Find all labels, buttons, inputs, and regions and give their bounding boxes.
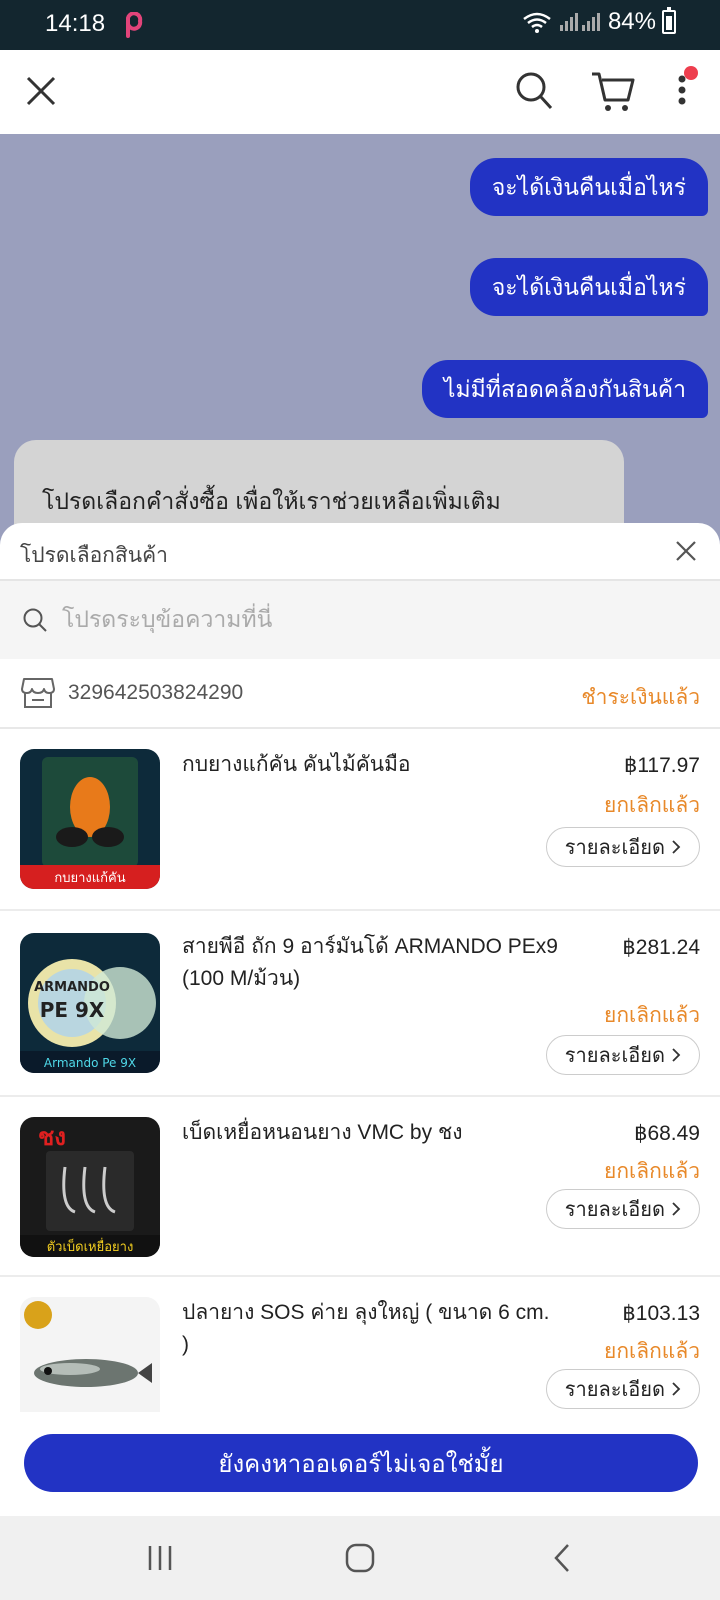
- svg-text:ชง: ชง: [38, 1123, 66, 1151]
- system-nav-bar: [0, 1516, 720, 1600]
- svg-text:ARMANDO: ARMANDO: [34, 980, 110, 995]
- product-status: ยกเลิกแล้ว: [604, 794, 700, 817]
- close-button[interactable]: [22, 72, 60, 110]
- cta-area: ยังคงหาออเดอร์ไม่เจอใช่มั้ย: [0, 1412, 720, 1516]
- app-notification-icon: [126, 12, 143, 38]
- detail-button[interactable]: รายละเอียด: [545, 1369, 700, 1409]
- signal-icon: [559, 13, 600, 31]
- product-price: ฿103.13: [622, 1302, 700, 1325]
- sheet-close-button[interactable]: [674, 539, 698, 568]
- search-bar: [0, 581, 720, 659]
- chevron-right-icon: [672, 840, 681, 854]
- detail-button-label: รายละเอียด: [564, 1379, 665, 1401]
- sheet-header: โปรดเลือกสินค้า: [0, 523, 720, 581]
- cannot-find-order-button[interactable]: ยังคงหาออเดอร์ไม่เจอใช่มั้ย: [24, 1434, 698, 1492]
- back-button[interactable]: [540, 1538, 584, 1578]
- more-button[interactable]: [672, 66, 698, 110]
- store-icon: [21, 678, 55, 708]
- app-bar: [0, 50, 720, 134]
- notification-dot: [684, 66, 698, 80]
- bot-message-text: โปรดเลือกคำสั่งซื้อ เพื่อให้เราช่วยเหลือ…: [42, 488, 501, 514]
- list-item[interactable]: กบยางแก้คัน กบยางแก้คัน คันไม้คันมือ ฿11…: [0, 729, 720, 911]
- product-price: ฿117.97: [623, 754, 700, 777]
- cart-icon: [592, 72, 635, 111]
- chat-area[interactable]: จะได้เงินคืนเมื่อไหร่ จะได้เงินคืนเมื่อไ…: [0, 134, 720, 554]
- home-button[interactable]: [338, 1538, 382, 1578]
- product-image: ชง ตัวเบ็ดเหยื่อยาง: [20, 1117, 160, 1257]
- list-item[interactable]: ARMANDO PE 9X Armando Pe 9X สายพีอี ถัก …: [0, 911, 720, 1097]
- chevron-right-icon: [672, 1048, 681, 1062]
- recent-apps-icon: [148, 1546, 172, 1570]
- chat-message: ไม่มีที่สอดคล้องกันสินค้า: [421, 360, 708, 418]
- product-price: ฿68.49: [634, 1122, 700, 1145]
- status-indicators: 84%: [522, 7, 676, 36]
- recent-apps-button[interactable]: [138, 1538, 182, 1578]
- search-icon: [516, 72, 553, 110]
- chevron-right-icon: [672, 1202, 681, 1216]
- order-id: 329642503824290: [68, 681, 244, 704]
- detail-button[interactable]: รายละเอียด: [545, 1035, 700, 1075]
- product-image: ARMANDO PE 9X Armando Pe 9X: [20, 933, 160, 1073]
- list-item[interactable]: ปลายาง SOS ค่าย ลุงใหญ่ ( ขนาด 6 cm. ) ฿…: [0, 1277, 720, 1412]
- home-icon: [345, 1543, 375, 1573]
- search-button[interactable]: [514, 70, 554, 112]
- detail-button-label: รายละเอียด: [564, 837, 665, 859]
- product-thumbnail: [20, 1297, 160, 1412]
- detail-button-label: รายละเอียด: [564, 1045, 665, 1067]
- select-product-sheet: โปรดเลือกสินค้า 329642503824290 ชำระเงิน…: [0, 523, 720, 1523]
- status-time: 14:18: [45, 10, 106, 37]
- svg-text:Armando Pe 9X: Armando Pe 9X: [44, 1056, 136, 1070]
- sheet-title: โปรดเลือกสินค้า: [20, 544, 168, 567]
- product-status: ยกเลิกแล้ว: [604, 1004, 700, 1027]
- battery-percent: 84%: [607, 8, 656, 35]
- list-item[interactable]: ชง ตัวเบ็ดเหยื่อยาง เบ็ดเหยื่อหนอนยาง VM…: [0, 1097, 720, 1277]
- wifi-icon: [523, 12, 551, 33]
- cart-button[interactable]: [590, 68, 636, 114]
- product-price: ฿281.24: [622, 936, 700, 959]
- status-bar: 14:18 84%: [0, 0, 720, 50]
- svg-text:กบยางแก้คัน: กบยางแก้คัน: [54, 871, 125, 886]
- product-name: เบ็ดเหยื่อหนอนยาง VMC by ชง: [182, 1121, 463, 1144]
- product-thumbnail: กบยางแก้คัน: [20, 749, 160, 889]
- order-status: ชำระเงินแล้ว: [581, 686, 700, 709]
- svg-text:PE 9X: PE 9X: [40, 998, 105, 1022]
- product-name: สายพีอี ถัก 9 อาร์มันโด้ ARMANDO PEx9 (1…: [182, 935, 558, 990]
- chevron-right-icon: [672, 1382, 681, 1396]
- product-status: ยกเลิกแล้ว: [604, 1160, 700, 1183]
- back-icon: [554, 1544, 569, 1572]
- product-name: ปลายาง SOS ค่าย ลุงใหญ่ ( ขนาด 6 cm. ): [182, 1301, 550, 1356]
- order-header: 329642503824290 ชำระเงินแล้ว: [0, 659, 720, 729]
- chat-message: จะได้เงินคืนเมื่อไหร่: [469, 158, 708, 216]
- close-icon: [676, 541, 696, 561]
- product-thumbnail: ชง ตัวเบ็ดเหยื่อยาง: [20, 1117, 160, 1257]
- detail-button[interactable]: รายละเอียด: [545, 1189, 700, 1229]
- product-status: ยกเลิกแล้ว: [604, 1340, 700, 1363]
- product-name: กบยางแก้คัน คันไม้คันมือ: [182, 753, 411, 776]
- product-thumbnail: ARMANDO PE 9X Armando Pe 9X: [20, 933, 160, 1073]
- chat-message: จะได้เงินคืนเมื่อไหร่: [469, 258, 708, 316]
- search-icon: [23, 608, 47, 632]
- product-image: [20, 1297, 160, 1412]
- product-image: กบยางแก้คัน: [20, 749, 160, 889]
- svg-text:ตัวเบ็ดเหยื่อยาง: ตัวเบ็ดเหยื่อยาง: [47, 1237, 134, 1255]
- detail-button-label: รายละเอียด: [564, 1199, 665, 1221]
- product-list[interactable]: กบยางแก้คัน กบยางแก้คัน คันไม้คันมือ ฿11…: [0, 729, 720, 1412]
- detail-button[interactable]: รายละเอียด: [545, 827, 700, 867]
- search-input[interactable]: [62, 599, 682, 639]
- close-icon: [26, 76, 56, 106]
- battery-icon: [662, 7, 676, 34]
